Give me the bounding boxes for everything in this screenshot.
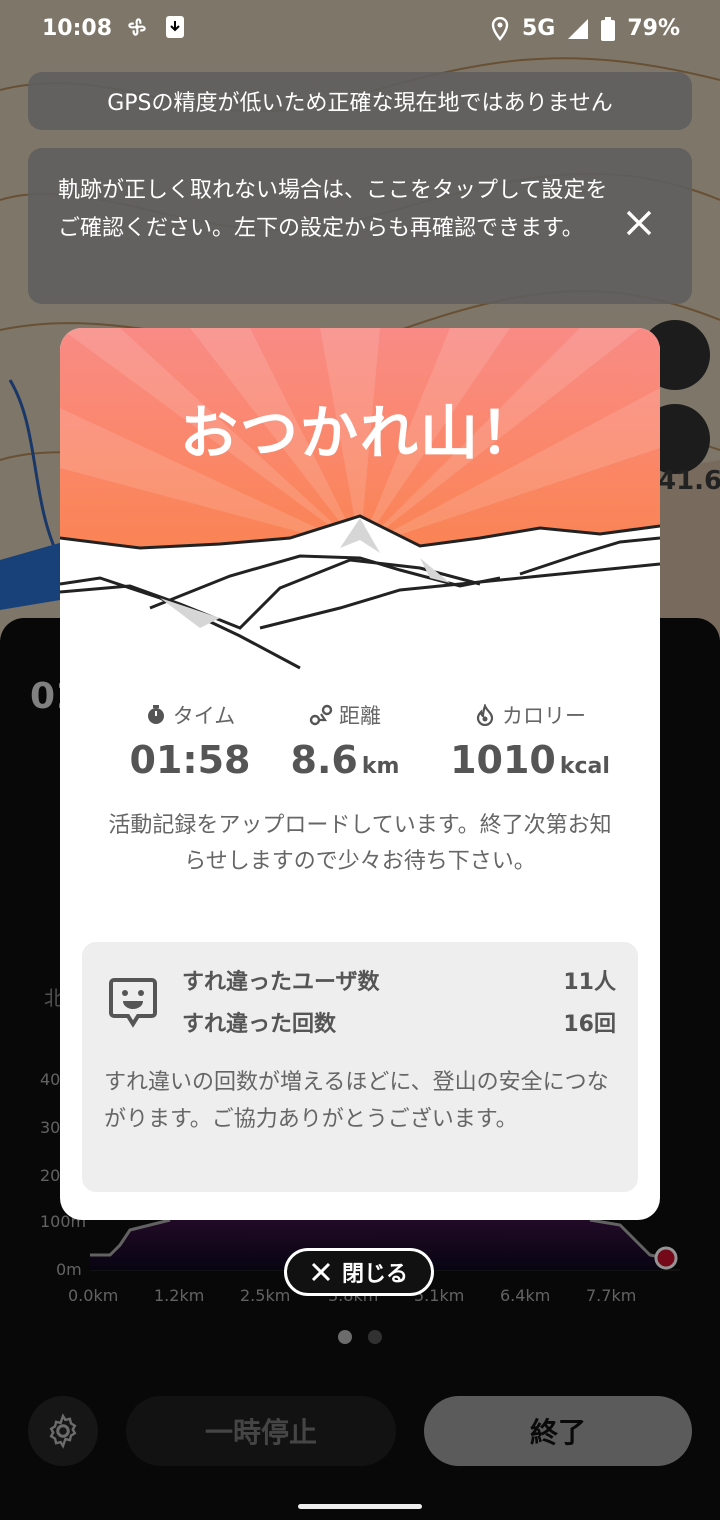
finish-dialog: おつかれ山！ タイム 01:58 距離 8.6 km カロリー 1010 kca… [60, 328, 660, 1220]
hero-illustration [60, 328, 660, 670]
stat-time: タイム 01:58 [120, 700, 260, 782]
close-icon[interactable] [620, 204, 658, 242]
gps-banner-text: GPSの精度が低いため正確な現在地ではありません [107, 91, 613, 116]
download-icon [166, 16, 184, 38]
flame-icon [476, 704, 494, 726]
close-icon [311, 1262, 331, 1282]
route-icon [309, 704, 333, 726]
passing-users-value: 11人 [563, 970, 616, 995]
distance-label: 距離 [339, 704, 381, 728]
passing-summary: すれ違ったユーザ数 11人 すれ違った回数 16回 すれ違いの回数が増えるほどに… [82, 942, 638, 1192]
track-banner-text: 軌跡が正しく取れない場合は、ここをタップして設定をご確認ください。左下の設定から… [58, 178, 608, 241]
calorie-value: 1010 [450, 738, 556, 782]
close-label: 閉じる [341, 1262, 408, 1287]
distance-unit: km [361, 754, 400, 779]
battery-level: 79% [627, 16, 680, 41]
stat-distance: 距離 8.6 km [270, 700, 420, 782]
calorie-label: カロリー [502, 704, 586, 728]
calorie-unit: kcal [559, 754, 610, 779]
fan-icon [128, 18, 146, 36]
network-type: 5G [521, 16, 556, 41]
stat-calories: カロリー 1010 kcal [430, 700, 630, 782]
map-value-partial: 41.6 [658, 466, 720, 496]
passing-users-label: すれ違ったユーザ数 [182, 970, 380, 995]
distance-value: 8.6 [290, 738, 358, 782]
home-indicator[interactable] [298, 1504, 422, 1509]
time-label: タイム [172, 704, 236, 728]
passing-note: すれ違いの回数が増えるほどに、登山の安全につながります。ご協力ありがとうございま… [104, 1070, 609, 1132]
dialog-title: おつかれ山！ [179, 399, 540, 467]
signal-icon [568, 18, 589, 39]
time-value: 01:58 [129, 738, 251, 782]
passing-count-label: すれ違った回数 [182, 1012, 337, 1037]
passing-count-value: 16回 [563, 1012, 616, 1037]
track-settings-banner[interactable]: 軌跡が正しく取れない場合は、ここをタップして設定をご確認ください。左下の設定から… [28, 148, 692, 304]
gps-accuracy-banner[interactable]: GPSの精度が低いため正確な現在地ではありません [28, 72, 692, 130]
stopwatch-icon [147, 705, 164, 724]
status-bar: 10:08 5G 79% [0, 0, 720, 58]
passing-face-icon [109, 978, 157, 1028]
close-dialog-button[interactable]: 閉じる [284, 1248, 434, 1296]
status-time: 10:08 [42, 16, 113, 41]
upload-message: 活動記録をアップロードしています。終了次第お知らせしますので少々お待ち下さい。 [108, 813, 612, 874]
location-icon [491, 16, 509, 41]
battery-icon [601, 16, 616, 41]
